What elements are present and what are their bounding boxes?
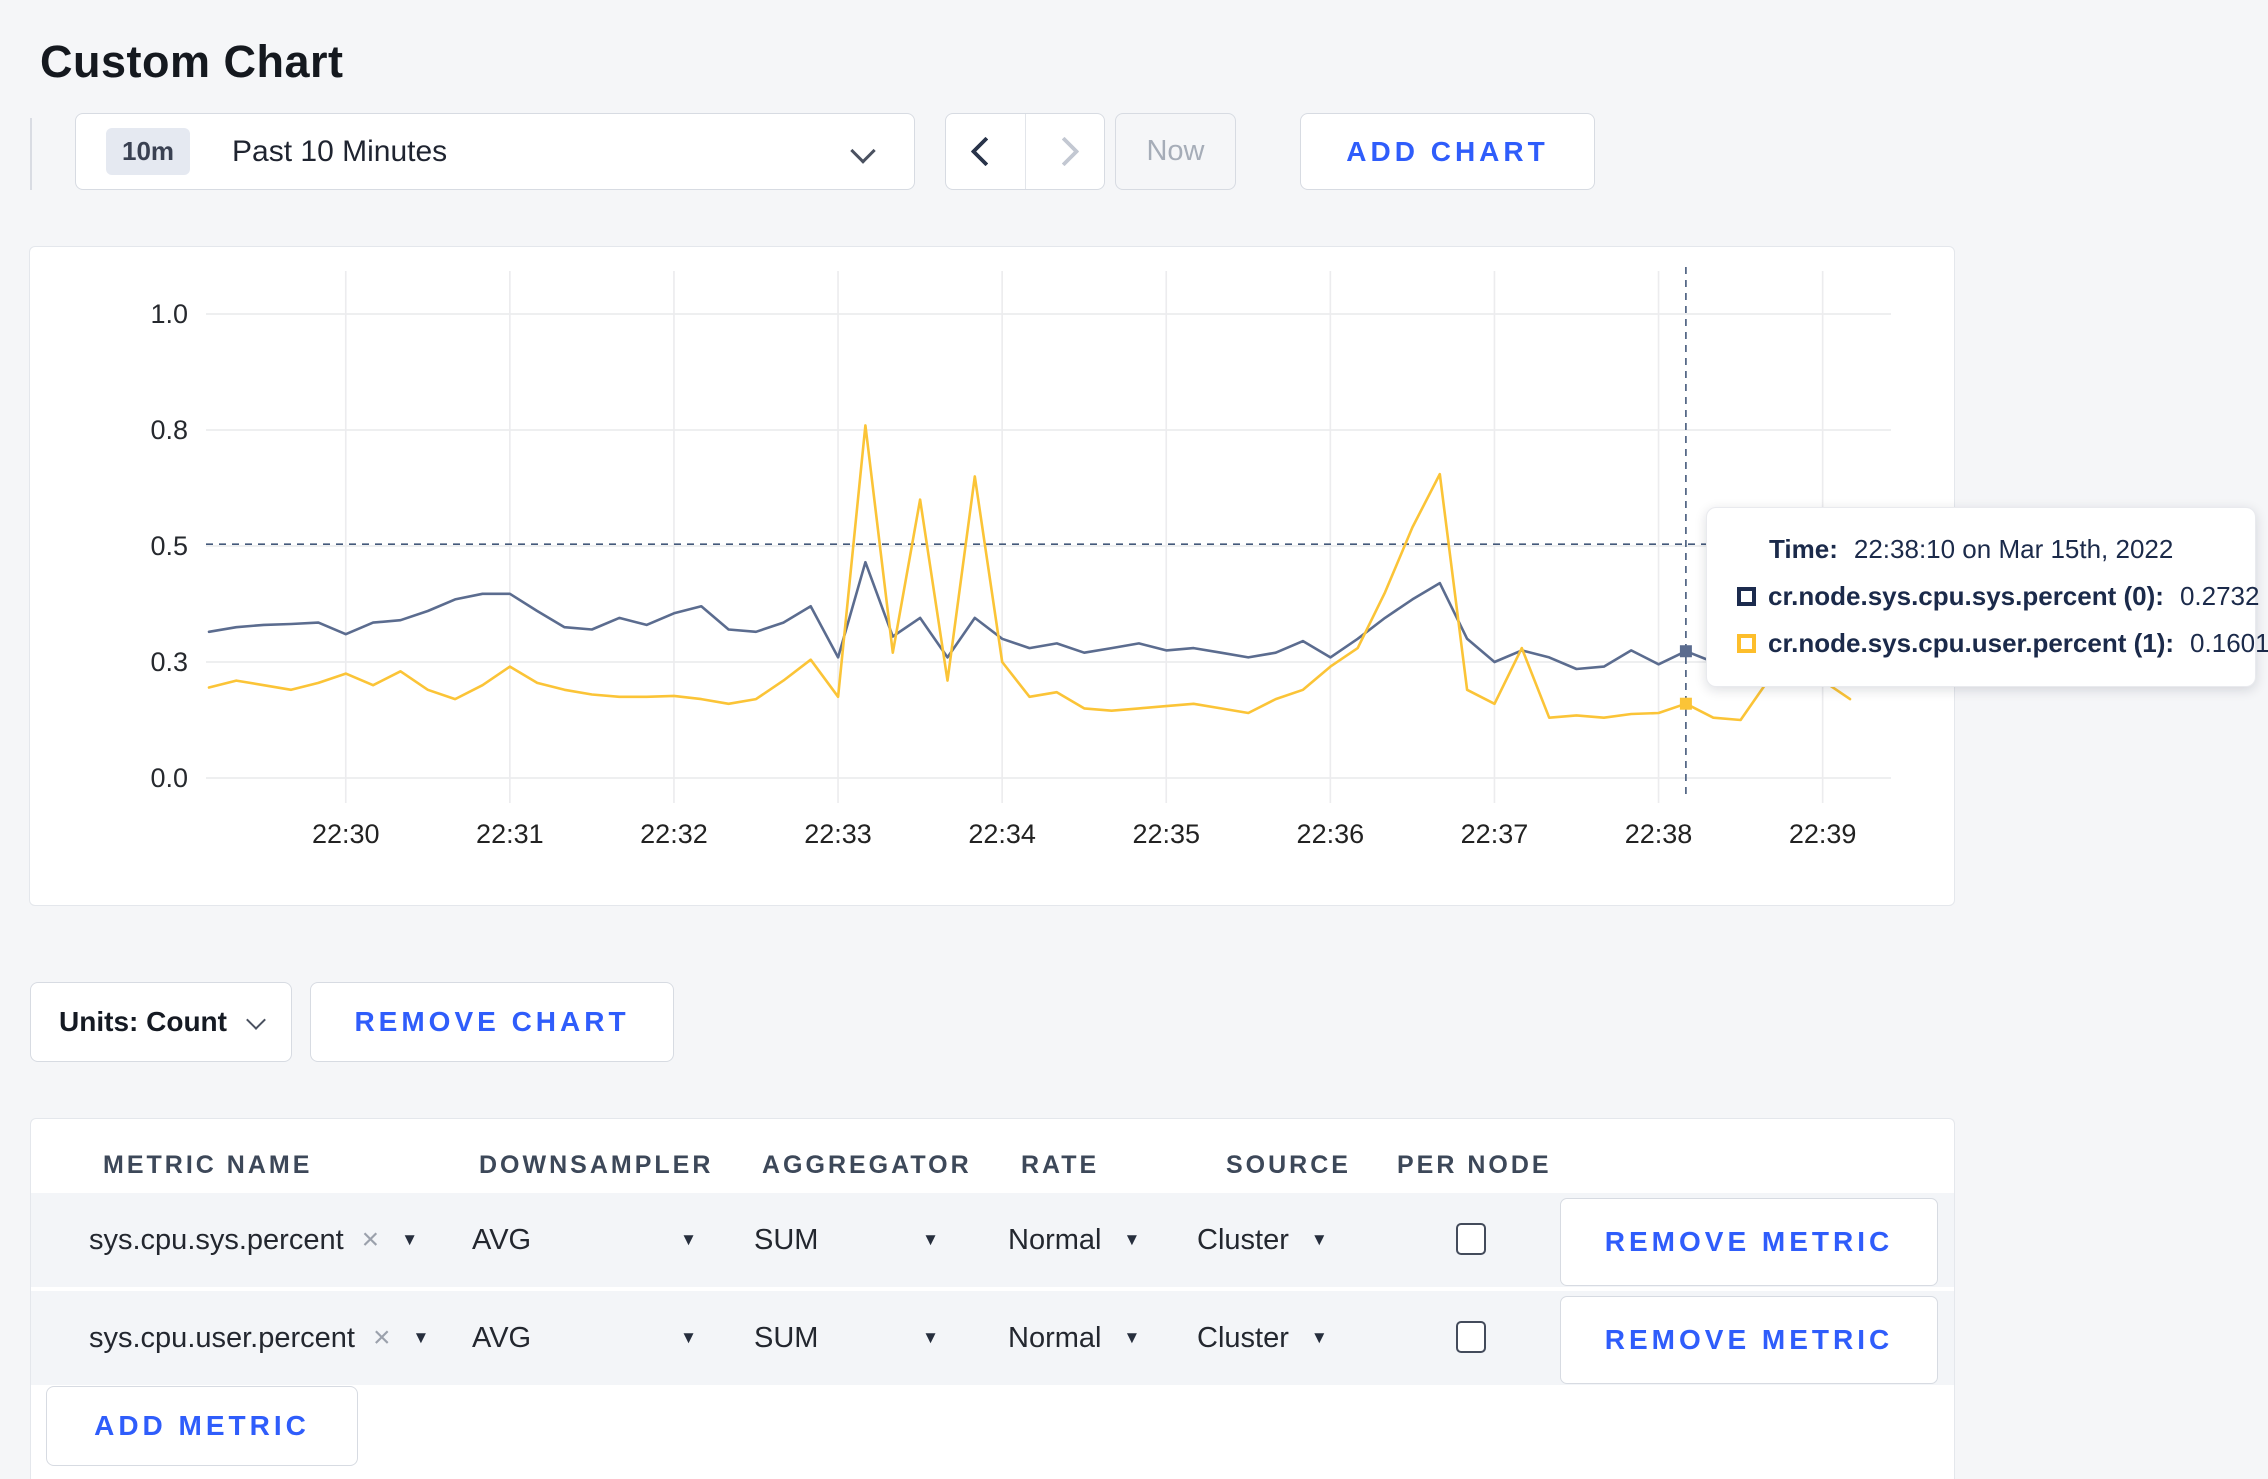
- source-select[interactable]: Cluster ▼: [1197, 1193, 1328, 1287]
- remove-metric-button[interactable]: REMOVE METRIC: [1560, 1296, 1938, 1384]
- aggregator-select[interactable]: SUM ▼: [754, 1291, 939, 1385]
- tooltip-series-value: 0.1601: [2190, 628, 2268, 658]
- rate-value: Normal: [1008, 1223, 1102, 1256]
- rate-select[interactable]: Normal ▼: [1008, 1193, 1140, 1287]
- tooltip-time-value: 22:38:10 on Mar 15th, 2022: [1853, 534, 2174, 564]
- tooltip-time-label: Time:: [1769, 534, 1838, 564]
- caret-down-icon: ▼: [401, 1230, 419, 1249]
- col-header-source: SOURCE: [1226, 1151, 1351, 1179]
- hover-marker-0: [1679, 645, 1692, 658]
- x-axis-label: 22:32: [640, 819, 708, 849]
- time-window-label: Past 10 Minutes: [232, 134, 448, 168]
- caret-down-icon: ▼: [922, 1230, 939, 1249]
- aggregator-value: SUM: [754, 1321, 819, 1354]
- caret-down-icon: ▼: [1123, 1328, 1141, 1347]
- page-title: Custom Chart: [40, 36, 344, 88]
- caret-down-icon: ▼: [680, 1230, 697, 1249]
- chevron-down-icon: [850, 138, 876, 164]
- caret-down-icon: ▼: [1123, 1230, 1141, 1249]
- caret-down-icon: ▼: [680, 1328, 697, 1347]
- y-axis-label: 0.8: [150, 415, 188, 445]
- chevron-left-icon: [970, 136, 1001, 167]
- y-axis-label: 0.0: [150, 763, 188, 793]
- chevron-right-icon: [1049, 136, 1080, 167]
- metric-name-value: sys.cpu.sys.percent: [89, 1223, 344, 1256]
- x-axis-label: 22:36: [1297, 819, 1365, 849]
- y-axis-label: 1.0: [150, 299, 188, 329]
- hover-marker-1: [1679, 697, 1692, 710]
- downsampler-value: AVG: [472, 1223, 532, 1256]
- per-node-checkbox[interactable]: [1456, 1321, 1486, 1353]
- col-header-per-node: PER NODE: [1397, 1151, 1552, 1179]
- series-line-0: [207, 560, 1852, 671]
- clear-icon[interactable]: ×: [362, 1223, 380, 1257]
- col-header-downsampler: DOWNSAMPLER: [479, 1151, 714, 1179]
- rate-value: Normal: [1008, 1321, 1102, 1354]
- chevron-down-icon: [246, 1010, 266, 1030]
- source-select[interactable]: Cluster ▼: [1197, 1291, 1328, 1385]
- add-chart-button[interactable]: ADD CHART: [1300, 113, 1595, 190]
- per-node-checkbox[interactable]: [1456, 1223, 1486, 1255]
- caret-down-icon: ▼: [412, 1328, 430, 1347]
- tooltip-series-value: 0.2732: [2179, 581, 2260, 611]
- chart-tooltip: Time: 22:38:10 on Mar 15th, 2022 cr.node…: [1706, 507, 2268, 687]
- toolbar-divider: [30, 118, 32, 190]
- series-swatch-sys-icon: [1737, 587, 1756, 606]
- rate-select[interactable]: Normal ▼: [1008, 1291, 1140, 1385]
- units-label: Units: Count: [59, 1006, 227, 1037]
- clear-icon[interactable]: ×: [373, 1321, 391, 1355]
- time-nav-group: [945, 113, 1105, 190]
- custom-chart-plot[interactable]: 0.0 0.3 0.5 0.8 1.0 22:30 22:31 22:32 22:33 22:34…: [30, 247, 1954, 905]
- time-forward-button[interactable]: [1024, 114, 1105, 189]
- add-metric-button[interactable]: ADD METRIC: [46, 1386, 358, 1466]
- now-button[interactable]: Now: [1115, 113, 1236, 190]
- remove-chart-button[interactable]: REMOVE CHART: [310, 982, 674, 1062]
- units-dropdown[interactable]: Units: Count: [30, 982, 292, 1062]
- downsampler-select[interactable]: AVG ▼: [472, 1193, 697, 1287]
- series-line-1: [207, 424, 1852, 722]
- tooltip-series-name: cr.node.sys.cpu.user.percent (1):: [1768, 628, 2175, 658]
- source-value: Cluster: [1197, 1223, 1289, 1256]
- remove-metric-button[interactable]: REMOVE METRIC: [1560, 1198, 1938, 1286]
- time-window-dropdown[interactable]: 10m Past 10 Minutes: [75, 113, 915, 190]
- x-axis-label: 22:35: [1132, 819, 1200, 849]
- chart-card[interactable]: 0.0 0.3 0.5 0.8 1.0 22:30 22:31 22:32 22:33 22:34…: [29, 246, 1955, 906]
- y-axis-label: 0.5: [150, 531, 188, 561]
- x-axis-label: 22:37: [1461, 819, 1529, 849]
- col-header-rate: RATE: [1021, 1151, 1100, 1179]
- x-axis-label: 22:34: [968, 819, 1036, 849]
- tooltip-series-name: cr.node.sys.cpu.sys.percent (0):: [1768, 581, 2164, 611]
- downsampler-select[interactable]: AVG ▼: [472, 1291, 697, 1385]
- caret-down-icon: ▼: [1310, 1328, 1328, 1347]
- metric-name-select[interactable]: sys.cpu.sys.percent × ▼: [89, 1193, 418, 1287]
- metric-name-value: sys.cpu.user.percent: [89, 1321, 355, 1354]
- x-axis-label: 22:33: [804, 819, 872, 849]
- metric-name-select[interactable]: sys.cpu.user.percent × ▼: [89, 1291, 429, 1385]
- caret-down-icon: ▼: [1310, 1230, 1328, 1249]
- aggregator-value: SUM: [754, 1223, 819, 1256]
- x-axis-label: 22:30: [312, 819, 380, 849]
- aggregator-select[interactable]: SUM ▼: [754, 1193, 939, 1287]
- source-value: Cluster: [1197, 1321, 1289, 1354]
- x-axis-label: 22:38: [1625, 819, 1693, 849]
- col-header-metric-name: METRIC NAME: [103, 1151, 313, 1179]
- series-swatch-user-icon: [1737, 634, 1756, 653]
- y-axis-label: 0.3: [150, 647, 188, 677]
- col-header-aggregator: AGGREGATOR: [762, 1151, 972, 1179]
- caret-down-icon: ▼: [922, 1328, 939, 1347]
- time-back-button[interactable]: [946, 114, 1025, 189]
- x-axis-label: 22:39: [1789, 819, 1857, 849]
- time-window-badge: 10m: [106, 128, 191, 175]
- downsampler-value: AVG: [472, 1321, 532, 1354]
- x-axis-label: 22:31: [476, 819, 544, 849]
